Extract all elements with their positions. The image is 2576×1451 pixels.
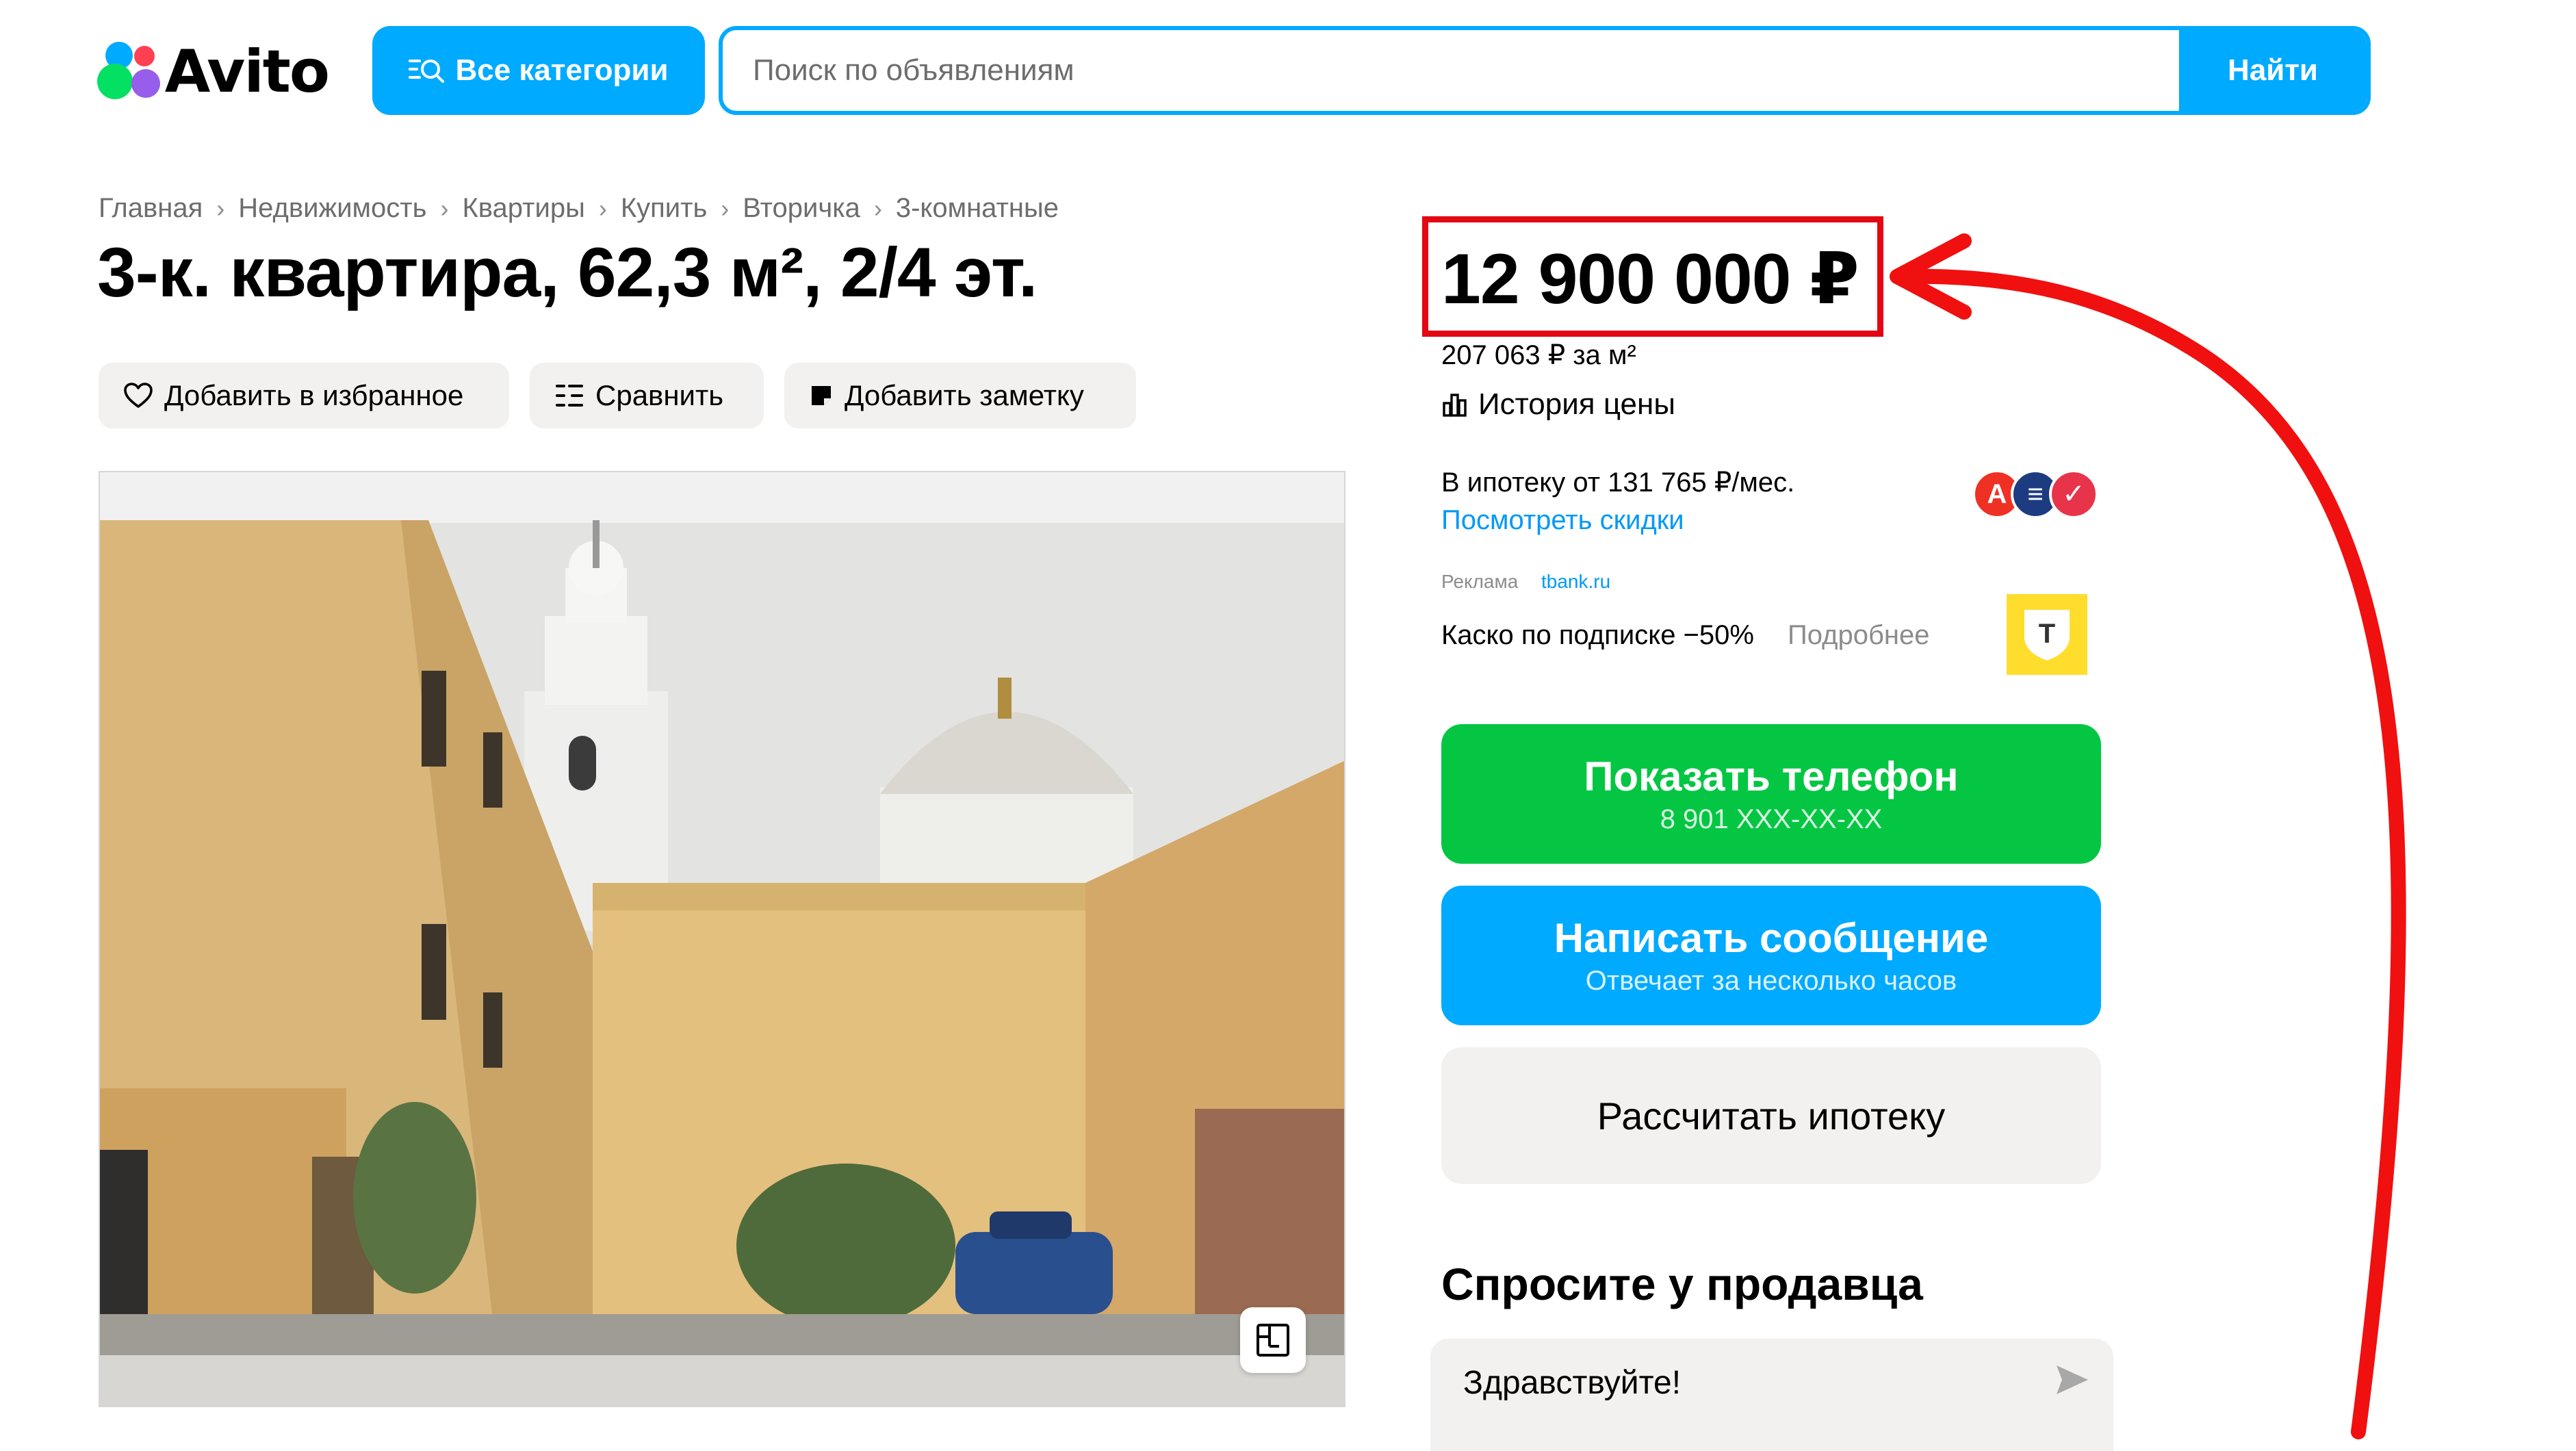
floor-plan-button[interactable] — [1240, 1307, 1306, 1373]
floor-plan-icon — [1257, 1324, 1289, 1357]
send-icon — [2057, 1365, 2088, 1394]
note-icon — [812, 386, 831, 405]
listing-photo[interactable] — [99, 471, 1345, 1407]
breadcrumb-separator: › — [721, 194, 730, 222]
price-history-label: История цены — [1478, 387, 1675, 421]
courtyard-photo-image — [100, 472, 1344, 1406]
ad-domain-link[interactable]: tbank.ru — [1541, 571, 1610, 593]
breadcrumb-separator: › — [598, 194, 607, 222]
search-button[interactable]: Найти — [2179, 30, 2367, 111]
logo-text: Avito — [164, 38, 330, 106]
masked-phone-number: 8 901 XXX-XX-XX — [1660, 804, 1883, 834]
calculate-mortgage-button[interactable]: Рассчитать ипотеку — [1441, 1047, 2101, 1184]
calculate-mortgage-label: Рассчитать ипотеку — [1597, 1094, 1946, 1138]
bar-chart-icon — [1443, 394, 1467, 417]
view-discounts-link[interactable]: Посмотреть скидки — [1441, 505, 1684, 536]
add-note-button[interactable]: Добавить заметку — [784, 363, 1136, 428]
mortgage-offer-text: В ипотеку от 131 765 ₽/мес. — [1441, 467, 1795, 498]
logo-dots-icon — [96, 39, 160, 105]
search-input[interactable] — [723, 30, 2174, 111]
response-time-text: Отвечает за несколько часов — [1585, 966, 1957, 996]
price-per-square-meter: 207 063 ₽ за м² — [1441, 340, 1636, 370]
ad-text: Каско по подписке −50% — [1441, 620, 1754, 650]
bank-icon: ✓ — [2049, 470, 2098, 519]
avito-logo[interactable]: Avito — [96, 34, 330, 110]
search-icon — [409, 60, 445, 83]
heart-icon — [124, 383, 153, 408]
compare-icon — [556, 385, 583, 407]
tbank-logo-icon[interactable]: Т — [2007, 594, 2087, 675]
breadcrumb: Главная › Недвижимость › Квартиры › Купи… — [99, 193, 1059, 224]
show-phone-label: Показать телефон — [1584, 754, 1959, 799]
ask-seller-box — [1430, 1339, 2113, 1451]
compare-label: Сравнить — [595, 379, 724, 411]
breadcrumb-separator: › — [216, 194, 225, 222]
listing-price: 12 900 000 ₽ — [1441, 240, 1859, 319]
ask-seller-title: Спросите у продавца — [1441, 1259, 1923, 1309]
breadcrumb-item-home[interactable]: Главная — [99, 193, 203, 224]
ad-label: Реклама — [1441, 571, 1519, 592]
price-history-link[interactable]: История цены — [1441, 387, 1675, 422]
tbank-logo-letter: Т — [2039, 619, 2055, 649]
add-note-label: Добавить заметку — [845, 379, 1084, 411]
compare-button[interactable]: Сравнить — [530, 363, 764, 428]
all-categories-label: Все категории — [455, 53, 669, 87]
breadcrumb-item-buy[interactable]: Купить — [621, 193, 707, 224]
send-button[interactable] — [2050, 1358, 2094, 1402]
write-message-button[interactable]: Написать сообщение Отвечает за несколько… — [1441, 886, 2101, 1025]
breadcrumb-item-real-estate[interactable]: Недвижимость — [238, 193, 426, 224]
ad-more-link[interactable]: Подробнее — [1788, 620, 1929, 651]
show-phone-button[interactable]: Показать телефон 8 901 XXX-XX-XX — [1441, 724, 2101, 864]
partner-banks: А ≡ ✓ — [1972, 470, 2102, 522]
breadcrumb-item-secondary[interactable]: Вторичка — [743, 193, 860, 224]
write-message-label: Написать сообщение — [1554, 915, 1989, 961]
search-bar: Найти — [719, 26, 2371, 115]
breadcrumb-separator: › — [873, 194, 882, 222]
ask-seller-input[interactable] — [1462, 1358, 1985, 1407]
breadcrumb-item-3-rooms[interactable]: 3-комнатные — [896, 193, 1059, 224]
page-title: 3-к. квартира, 62,3 м², 2/4 эт. — [97, 233, 1038, 311]
breadcrumb-separator: › — [440, 194, 449, 222]
breadcrumb-item-apartments[interactable]: Квартиры — [462, 193, 584, 224]
add-to-favorites-label: Добавить в избранное — [164, 379, 464, 411]
add-to-favorites-button[interactable]: Добавить в избранное — [99, 363, 509, 428]
all-categories-button[interactable]: Все категории — [372, 26, 705, 115]
